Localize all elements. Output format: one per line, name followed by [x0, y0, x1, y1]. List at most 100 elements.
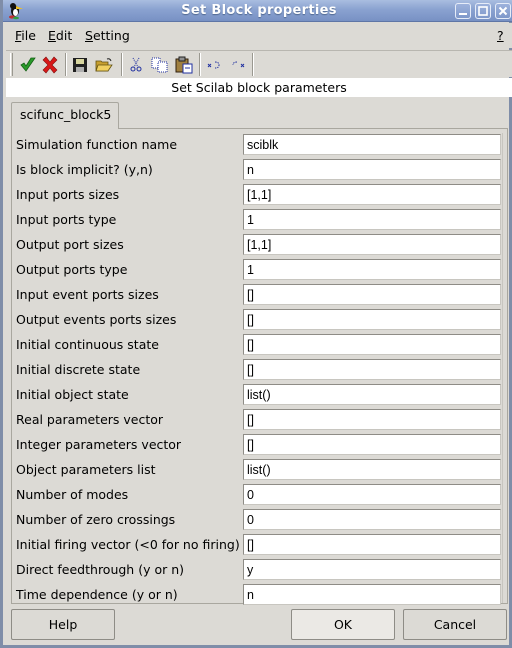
- parameter-label: Initial discrete state: [16, 362, 141, 377]
- parameter-label: Input event ports sizes: [16, 287, 159, 302]
- parameter-input[interactable]: [243, 284, 501, 305]
- parameter-row: Output port sizes: [12, 232, 509, 257]
- parameter-input[interactable]: [243, 584, 501, 605]
- menu-edit-mnemonic: E: [48, 28, 56, 43]
- maximize-button[interactable]: [475, 3, 491, 19]
- parameter-label: Number of zero crossings: [16, 512, 176, 527]
- checkmark-icon: [20, 57, 36, 72]
- open-toolbar-button[interactable]: [93, 54, 115, 76]
- parameter-row: Output ports type: [12, 257, 509, 282]
- parameter-input[interactable]: [243, 159, 501, 180]
- dialog-window: Set Block properties File Edit Setting ?: [0, 0, 512, 648]
- parameter-input[interactable]: [243, 334, 501, 355]
- parameter-input[interactable]: [243, 209, 501, 230]
- parameter-row: Time dependence (y or n): [12, 582, 509, 607]
- parameter-row: Number of zero crossings: [12, 507, 509, 532]
- parameter-row: Input ports sizes: [12, 182, 509, 207]
- close-icon: [498, 6, 508, 16]
- parameter-input[interactable]: [243, 459, 501, 480]
- cut-icon: [130, 57, 142, 72]
- parameter-row: Initial discrete state: [12, 357, 509, 382]
- minimize-icon: [459, 13, 467, 15]
- parameter-label: Input ports type: [16, 212, 117, 227]
- parameter-input[interactable]: [243, 559, 501, 580]
- parameter-row: Initial continuous state: [12, 332, 509, 357]
- open-folder-icon: [95, 58, 113, 72]
- parameter-row: Object parameters list: [12, 457, 509, 482]
- paste-toolbar-button[interactable]: [173, 54, 195, 76]
- parameter-input[interactable]: [243, 309, 501, 330]
- menu-help[interactable]: ?: [497, 28, 504, 43]
- parameter-row: Output events ports sizes: [12, 307, 509, 332]
- ok-button[interactable]: OK: [291, 609, 395, 640]
- parameter-label: Initial continuous state: [16, 337, 159, 352]
- toolbar-separator: [121, 53, 123, 76]
- parameter-label: Number of modes: [16, 487, 129, 502]
- toolbar-separator: [65, 53, 67, 76]
- parameter-row: Is block implicit? (y,n): [12, 157, 509, 182]
- minimize-button[interactable]: [455, 3, 471, 19]
- menu-file-label: ile: [21, 28, 36, 43]
- toolbar: [6, 50, 512, 77]
- copy-toolbar-button[interactable]: [149, 54, 171, 76]
- help-button[interactable]: Help: [11, 609, 115, 640]
- toolbar-grip[interactable]: [10, 53, 13, 76]
- parameter-label: Is block implicit? (y,n): [16, 162, 153, 177]
- parameter-label: Output events ports sizes: [16, 312, 177, 327]
- parameter-input[interactable]: [243, 184, 501, 205]
- tab-scifunc-block5[interactable]: scifunc_block5: [11, 102, 119, 129]
- parameter-input[interactable]: [243, 234, 501, 255]
- parameter-input[interactable]: [243, 484, 501, 505]
- toolbar-separator: [199, 53, 201, 76]
- menu-bar: File Edit Setting ?: [6, 23, 512, 48]
- menu-file[interactable]: File: [15, 28, 36, 43]
- parameter-label: Object parameters list: [16, 462, 156, 477]
- parameter-label: Input ports sizes: [16, 187, 120, 202]
- copy-icon: [151, 57, 168, 73]
- close-button[interactable]: [495, 3, 511, 19]
- parameter-input[interactable]: [243, 534, 501, 555]
- toolbar-separator: [252, 53, 254, 76]
- menu-setting-mnemonic: S: [85, 28, 93, 43]
- undo-toolbar-button[interactable]: [203, 54, 225, 76]
- redo-icon: [232, 61, 245, 68]
- parameter-input[interactable]: [243, 434, 501, 455]
- maximize-icon: [478, 6, 488, 16]
- parameter-label: Output ports type: [16, 262, 128, 277]
- menu-edit-label: dit: [55, 28, 73, 43]
- parameter-row: Input event ports sizes: [12, 282, 509, 307]
- save-icon: [73, 58, 87, 72]
- parameter-label: Initial object state: [16, 387, 129, 402]
- menu-edit[interactable]: Edit: [48, 28, 72, 43]
- parameter-row: Direct feedthrough (y or n): [12, 557, 509, 582]
- menu-setting[interactable]: Setting: [85, 28, 130, 43]
- redo-toolbar-button[interactable]: [227, 54, 249, 76]
- undo-icon: [207, 61, 220, 69]
- parameter-input[interactable]: [243, 509, 501, 530]
- cancel-x-icon: [42, 56, 58, 74]
- parameter-row: Real parameters vector: [12, 407, 509, 432]
- parameter-row: Integer parameters vector: [12, 432, 509, 457]
- cancel-toolbar-button[interactable]: [39, 54, 61, 76]
- ok-toolbar-button[interactable]: [17, 54, 39, 76]
- parameter-label: Direct feedthrough (y or n): [16, 562, 185, 577]
- parameter-input[interactable]: [243, 359, 501, 380]
- window-title: Set Block properties: [181, 3, 337, 18]
- parameter-label: Initial firing vector (<0 for no firing): [16, 537, 240, 552]
- title-bar[interactable]: Set Block properties: [3, 0, 512, 22]
- parameter-label: Integer parameters vector: [16, 437, 182, 452]
- parameter-row: Initial firing vector (<0 for no firing): [12, 532, 509, 557]
- menu-help-label: ?: [497, 28, 504, 43]
- parameter-input[interactable]: [243, 384, 501, 405]
- cancel-button[interactable]: Cancel: [403, 609, 507, 640]
- parameter-input[interactable]: [243, 134, 501, 155]
- parameter-label: Simulation function name: [16, 137, 178, 152]
- paste-icon: [175, 56, 193, 74]
- menu-setting-label: etting: [92, 28, 130, 43]
- parameter-row: Initial object state: [12, 382, 509, 407]
- cut-toolbar-button[interactable]: [125, 54, 147, 76]
- parameter-input[interactable]: [243, 259, 501, 280]
- save-toolbar-button[interactable]: [69, 54, 91, 76]
- parameter-label: Time dependence (y or n): [16, 587, 178, 602]
- parameter-input[interactable]: [243, 409, 501, 430]
